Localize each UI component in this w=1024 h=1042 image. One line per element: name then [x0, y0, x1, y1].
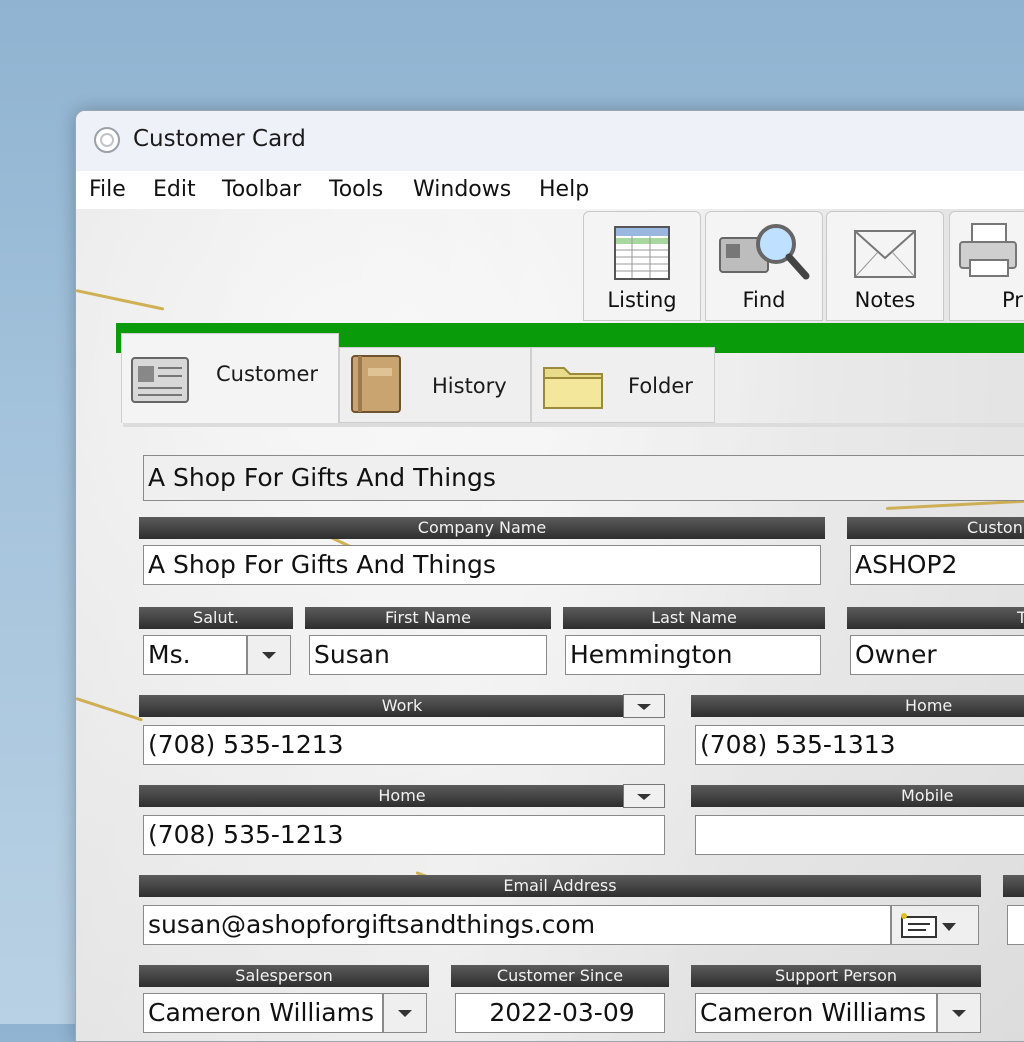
send-email-button[interactable] — [891, 905, 979, 945]
customer-card-icon — [131, 357, 189, 403]
title-label: T — [847, 607, 1024, 629]
menu-bar: File Edit Toolbar Tools Windows Help — [76, 171, 1024, 209]
customer-since-label: Customer Since — [451, 965, 669, 987]
listing-label: Listing — [607, 288, 677, 312]
marble-vein — [76, 289, 165, 311]
app-icon — [94, 127, 120, 153]
print-button[interactable]: Prin — [949, 211, 1024, 321]
record-display-name: A Shop For Gifts And Things — [143, 455, 1024, 501]
notes-button[interactable]: Notes — [826, 211, 944, 321]
phone3-field[interactable]: (708) 535-1213 — [143, 815, 665, 855]
title-field[interactable]: Owner — [850, 635, 1024, 675]
phone3-label: Home — [139, 785, 665, 807]
title-bar[interactable]: Customer Card — [76, 111, 1024, 171]
folder-icon — [543, 367, 603, 409]
salutation-field[interactable]: Ms. — [143, 635, 247, 675]
support-person-label: Support Person — [691, 965, 981, 987]
extra-header — [1003, 875, 1024, 897]
listing-icon — [614, 226, 670, 280]
phone3-type-dropdown[interactable] — [623, 784, 665, 808]
find-label: Find — [742, 288, 786, 312]
phone1-label: Work — [139, 695, 665, 717]
menu-file[interactable]: File — [89, 177, 126, 202]
phone2-field[interactable]: (708) 535-1313 — [695, 725, 1024, 765]
salutation-dropdown[interactable] — [247, 635, 291, 675]
phone1-type-dropdown[interactable] — [623, 694, 665, 718]
company-name-label: Company Name — [139, 517, 825, 539]
phone1-field[interactable]: (708) 535-1213 — [143, 725, 665, 765]
listing-button[interactable]: Listing — [583, 211, 701, 321]
menu-help[interactable]: Help — [539, 177, 589, 202]
tab-panel-edge — [123, 423, 1024, 427]
menu-tools[interactable]: Tools — [329, 177, 383, 202]
salesperson-label: Salesperson — [139, 965, 429, 987]
customer-id-field[interactable]: ASHOP2 — [850, 545, 1024, 585]
print-label: Prin — [1002, 288, 1024, 312]
menu-windows[interactable]: Windows — [413, 177, 511, 202]
salesperson-field[interactable]: Cameron Williams — [143, 993, 383, 1033]
customer-id-label: Custon — [847, 517, 1024, 539]
window-title: Customer Card — [133, 126, 306, 152]
customer-card-window: Customer Card File Edit Toolbar Tools Wi… — [75, 110, 1024, 1042]
customer-since-field[interactable]: 2022-03-09 — [455, 993, 665, 1033]
card-content: Listing Find Notes Pr Customer History F… — [76, 209, 1024, 1041]
tab-strip: Customer History Folder — [121, 333, 1024, 425]
extra-field[interactable] — [1007, 905, 1024, 945]
email-field[interactable]: susan@ashopforgiftsandthings.com — [143, 905, 891, 945]
support-person-dropdown[interactable] — [937, 993, 981, 1033]
salutation-label: Salut. — [139, 607, 293, 629]
tab-customer[interactable]: Customer — [121, 333, 339, 423]
salesperson-dropdown[interactable] — [383, 993, 427, 1033]
envelope-icon — [854, 230, 916, 278]
support-person-field[interactable]: Cameron Williams — [695, 993, 937, 1033]
phone2-label: Home — [691, 695, 1024, 717]
marble-vein — [885, 499, 1024, 510]
tab-folder-label: Folder — [628, 374, 693, 398]
phone4-field[interactable] — [695, 815, 1024, 855]
tab-history[interactable]: History — [339, 347, 531, 423]
menu-toolbar[interactable]: Toolbar — [222, 177, 301, 202]
menu-edit[interactable]: Edit — [153, 177, 196, 202]
first-name-label: First Name — [305, 607, 551, 629]
last-name-field[interactable]: Hemmington — [565, 635, 821, 675]
send-email-icon — [901, 913, 956, 938]
marble-vein — [76, 697, 144, 722]
email-label: Email Address — [139, 875, 981, 897]
last-name-label: Last Name — [563, 607, 825, 629]
printer-icon — [959, 223, 1017, 277]
tab-customer-label: Customer — [216, 362, 319, 386]
tab-history-label: History — [432, 374, 507, 398]
notes-label: Notes — [854, 288, 916, 312]
book-icon — [351, 355, 401, 413]
find-button[interactable]: Find — [705, 211, 823, 321]
first-name-field[interactable]: Susan — [309, 635, 547, 675]
find-icon — [719, 224, 810, 280]
phone4-label: Mobile — [691, 785, 1024, 807]
tab-folder[interactable]: Folder — [531, 347, 715, 423]
company-name-field[interactable]: A Shop For Gifts And Things — [143, 545, 821, 585]
